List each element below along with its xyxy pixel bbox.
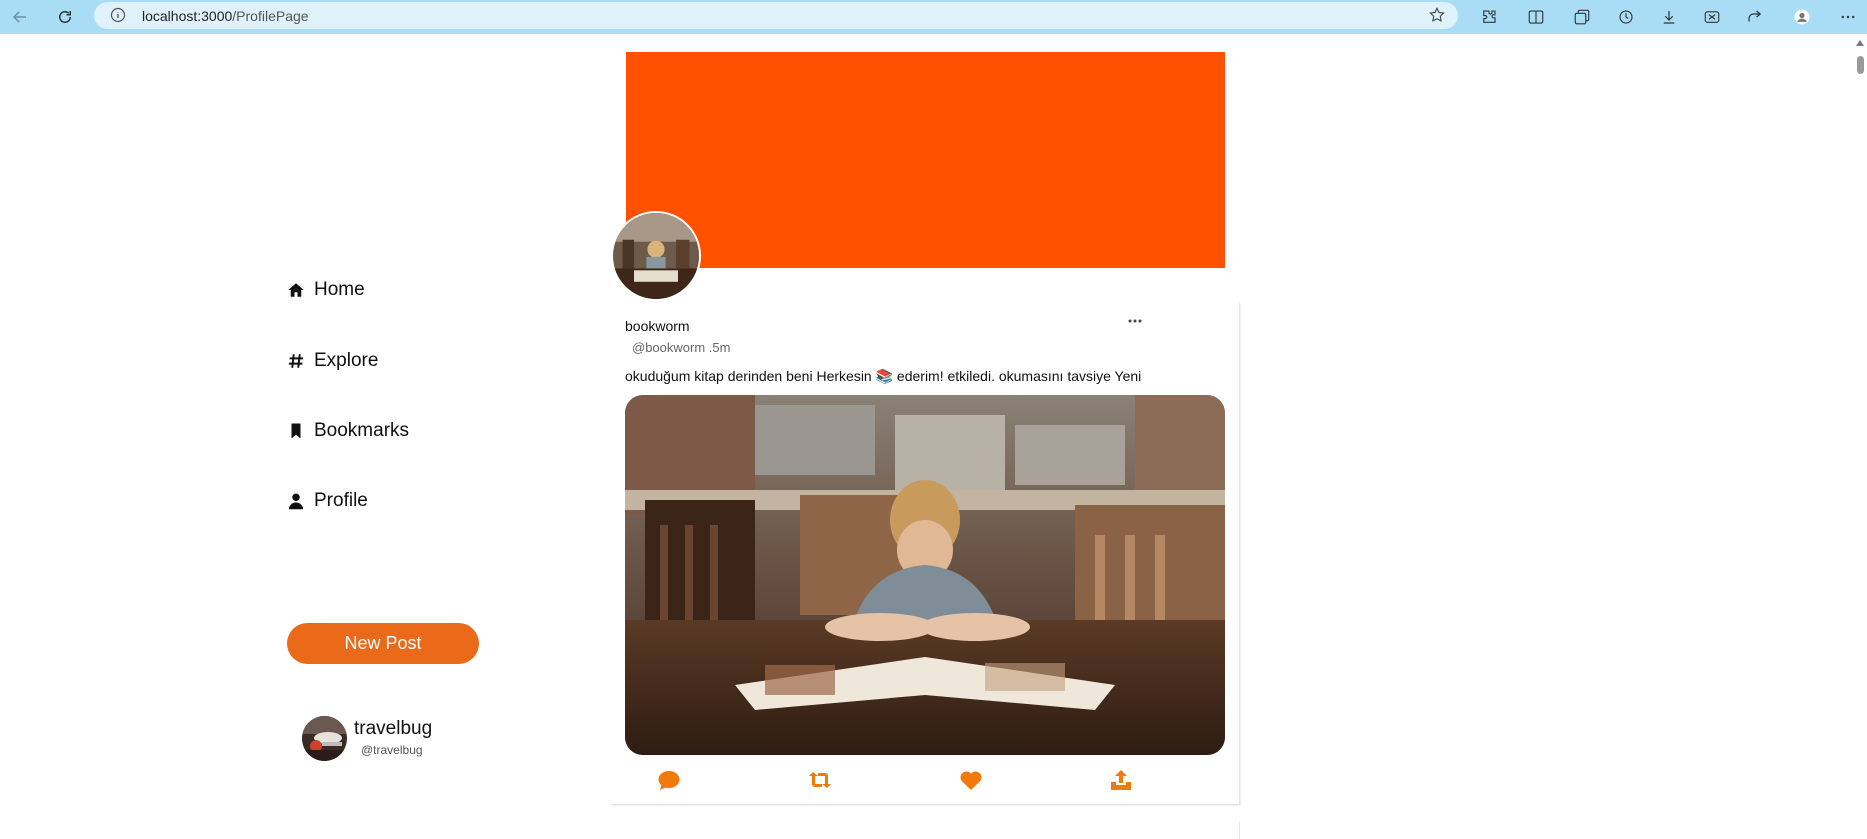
current-user-handle: @travelbug xyxy=(361,743,423,757)
scroll-up-arrow-icon[interactable] xyxy=(1856,40,1864,46)
scrollbar-thumb[interactable] xyxy=(1857,56,1864,74)
hashtag-icon xyxy=(288,354,304,368)
extensions-button[interactable] xyxy=(1475,3,1503,31)
sidebar-item-label: Bookmarks xyxy=(314,420,410,441)
travel-photo-icon xyxy=(302,716,347,761)
account-avatar-icon xyxy=(1794,9,1810,25)
sidebar-item-label: Explore xyxy=(314,350,379,371)
account-button[interactable] xyxy=(1788,3,1816,31)
history-icon xyxy=(1619,10,1633,24)
arrow-left-icon xyxy=(12,11,26,23)
share-arrow-icon xyxy=(1748,10,1762,22)
current-user-name[interactable]: travelbug xyxy=(354,718,432,740)
address-bar[interactable]: localhost:3000/ProfilePage xyxy=(94,2,1458,29)
browser-toolbar: localhost:3000/ProfilePage xyxy=(0,0,1867,34)
post-text: okuduğum kitap derinden beni Herkesin 📚 … xyxy=(625,368,1142,384)
sidebar-item-home[interactable]: Home xyxy=(287,279,365,301)
sidebar-item-bookmarks[interactable]: Bookmarks xyxy=(287,420,409,442)
split-screen-button[interactable] xyxy=(1522,3,1550,31)
retweet-icon xyxy=(809,772,831,788)
new-post-button[interactable]: New Post xyxy=(287,623,479,664)
profile-avatar[interactable] xyxy=(611,211,701,301)
more-horizontal-icon xyxy=(1841,15,1855,19)
sidebar-item-label: Profile xyxy=(314,490,368,511)
home-icon xyxy=(288,283,304,297)
share-icon xyxy=(1111,770,1131,790)
more-options-button[interactable] xyxy=(1834,3,1862,31)
sidebar-item-label: Home xyxy=(314,279,365,300)
sidebar-item-explore[interactable]: Explore xyxy=(287,350,378,372)
share-button[interactable] xyxy=(1109,769,1135,793)
url-text: localhost:3000/ProfilePage xyxy=(142,8,309,24)
user-icon xyxy=(288,493,304,510)
puzzle-icon xyxy=(1483,10,1496,23)
split-screen-icon xyxy=(1528,10,1544,24)
current-user-avatar[interactable] xyxy=(302,716,347,761)
browser-essentials-button[interactable] xyxy=(1698,3,1726,31)
downloads-button[interactable] xyxy=(1655,3,1683,31)
comment-icon xyxy=(658,771,680,790)
retweet-button[interactable] xyxy=(808,769,834,793)
browser-essentials-icon xyxy=(1704,11,1720,23)
heart-icon xyxy=(960,771,982,790)
collections-button[interactable] xyxy=(1568,3,1596,31)
sidebar-item-profile[interactable]: Profile xyxy=(287,490,368,512)
refresh-button[interactable] xyxy=(51,3,79,31)
profile-banner xyxy=(626,52,1225,268)
next-post-card xyxy=(1239,822,1240,839)
post-author-name[interactable]: bookworm xyxy=(625,318,690,334)
profile-photo-icon xyxy=(613,213,699,299)
refresh-icon xyxy=(59,11,71,23)
comment-button[interactable] xyxy=(657,769,683,793)
post-meta: @bookworm .5m xyxy=(632,340,731,355)
download-icon xyxy=(1663,11,1675,24)
share-page-button[interactable] xyxy=(1741,3,1769,31)
info-icon xyxy=(110,7,126,23)
bookmark-icon xyxy=(291,423,301,439)
collections-icon xyxy=(1574,9,1590,25)
back-button[interactable] xyxy=(6,3,34,31)
post-image[interactable] xyxy=(625,395,1225,755)
post-photo xyxy=(625,395,1225,755)
more-horizontal-icon[interactable] xyxy=(1126,316,1144,326)
like-button[interactable] xyxy=(959,769,985,793)
page-scrollbar[interactable] xyxy=(1853,34,1867,839)
favorite-star-icon[interactable] xyxy=(1428,6,1446,24)
history-button[interactable] xyxy=(1612,3,1640,31)
